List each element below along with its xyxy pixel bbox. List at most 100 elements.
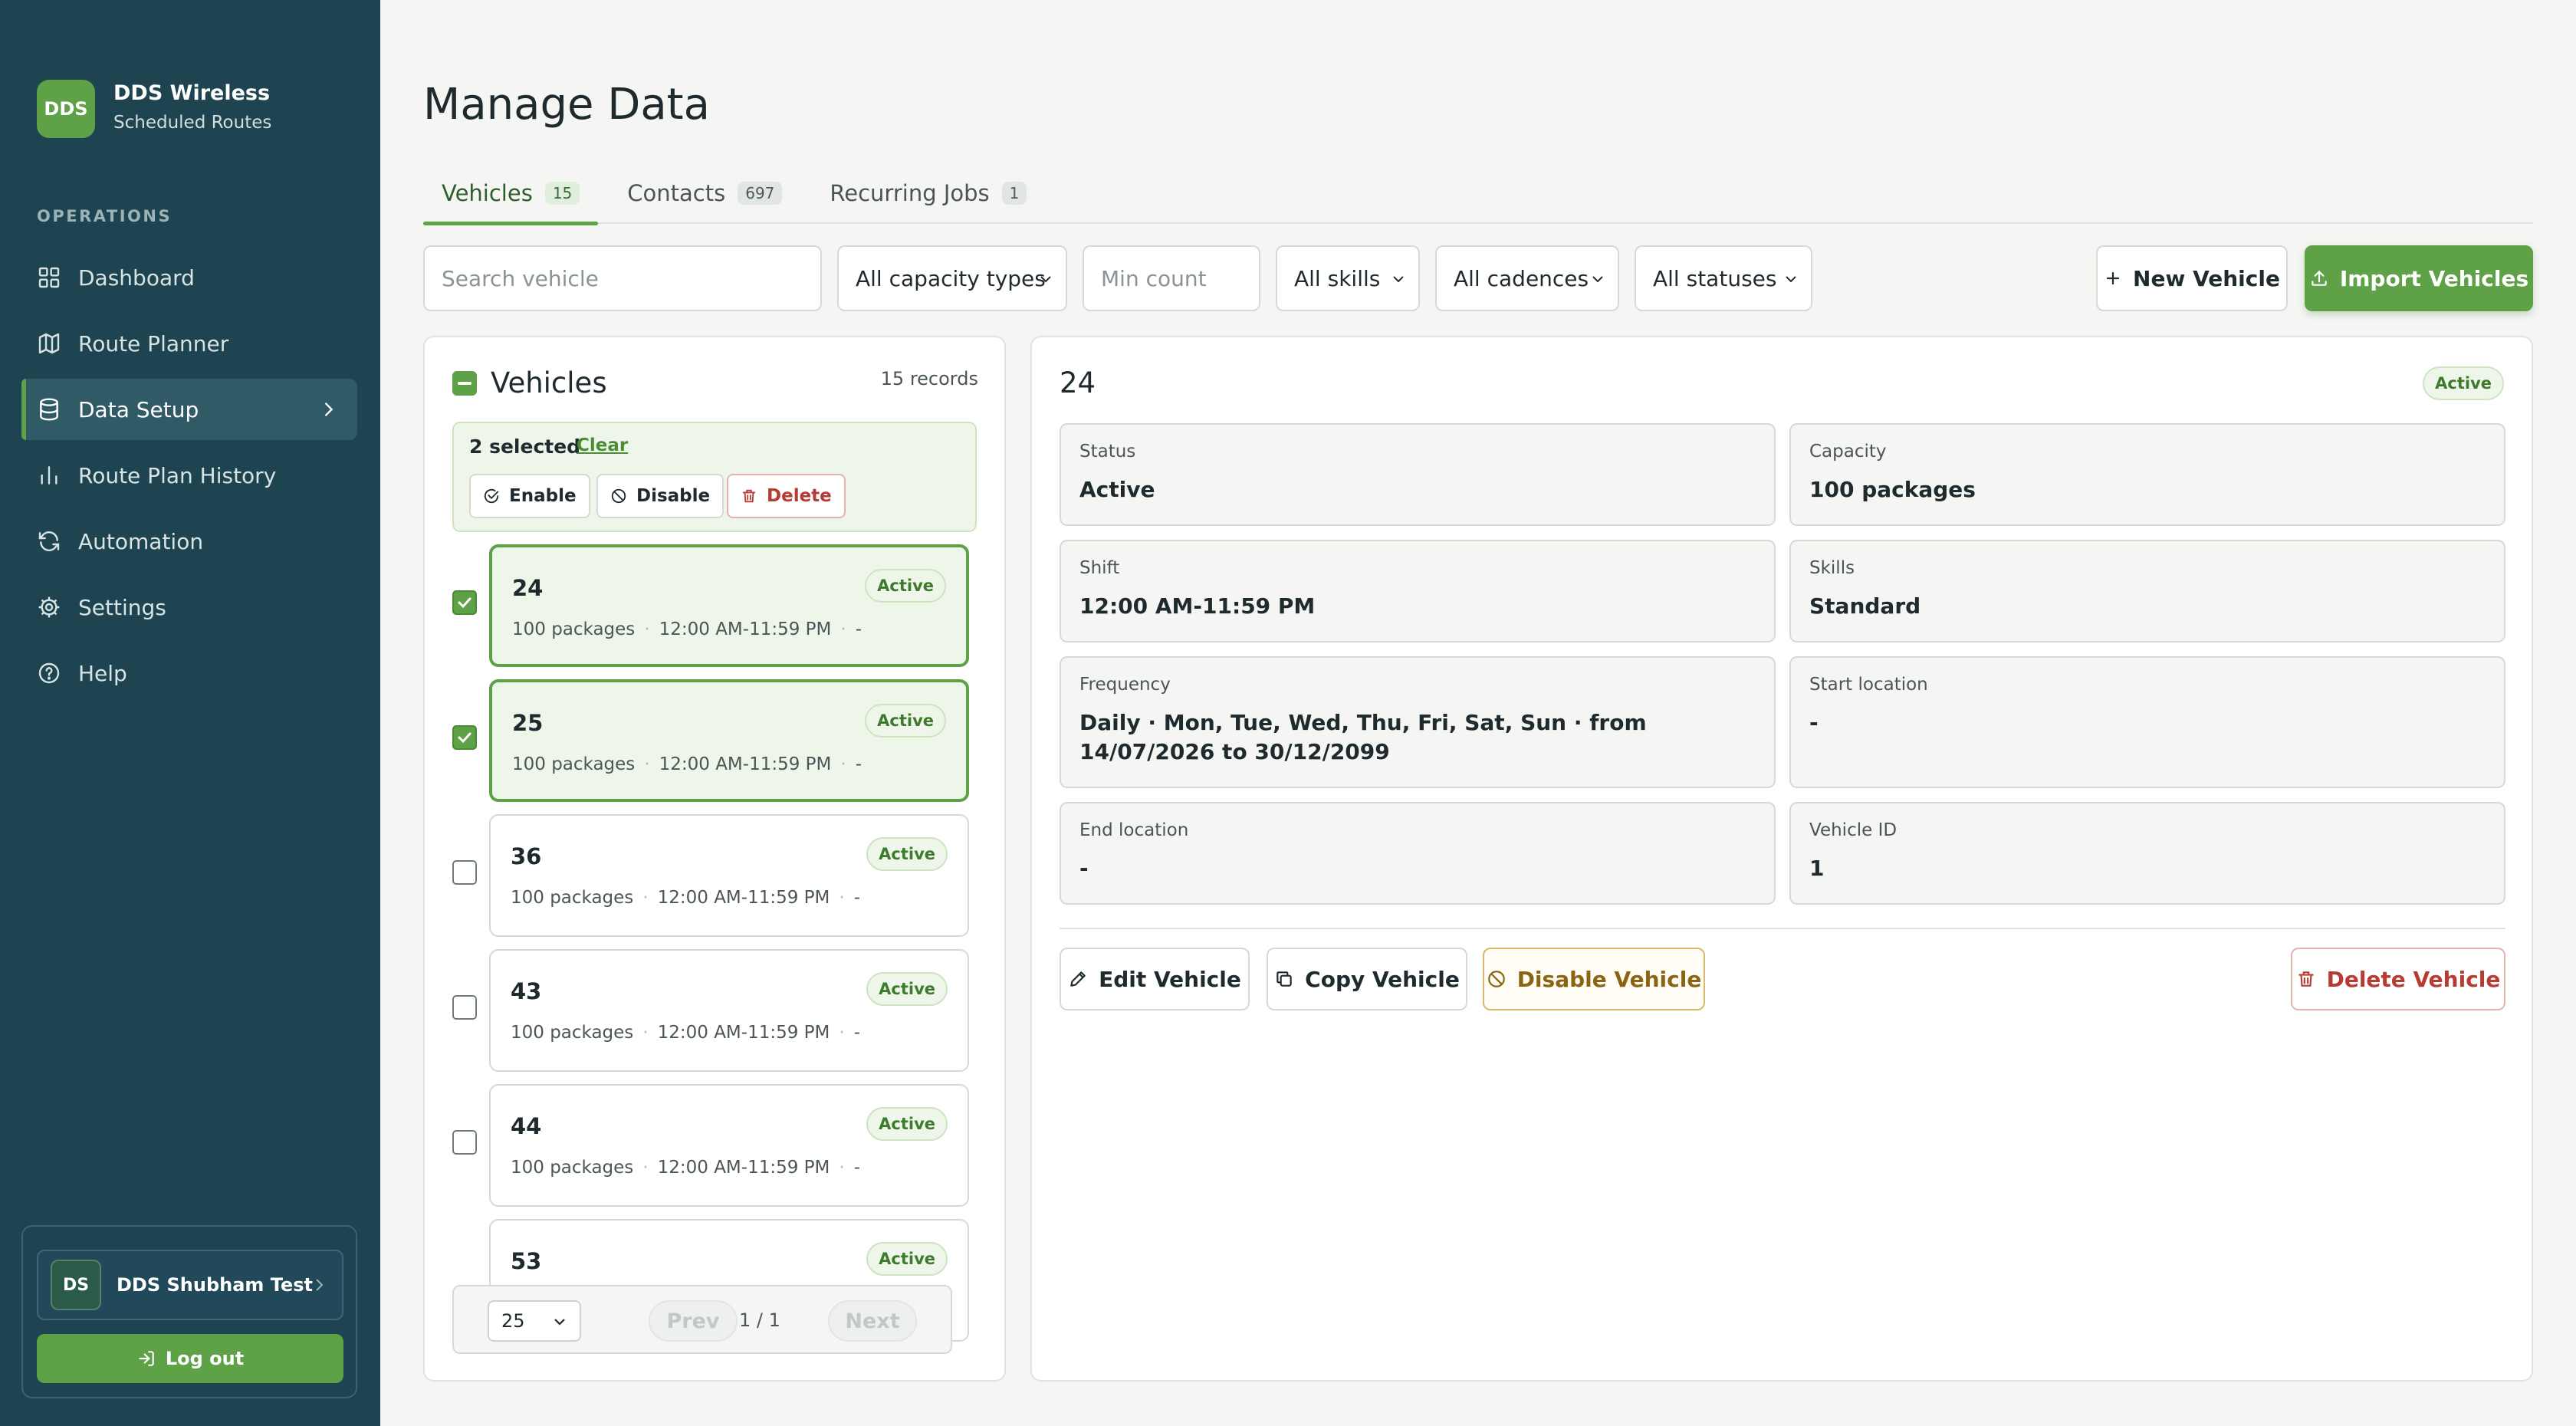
vehicle-detail-panel: 24 Active Status Active Capacity 100 pac… [1030, 336, 2533, 1382]
sidebar-item-label: Dashboard [78, 264, 195, 291]
gear-icon [38, 596, 60, 618]
statuses-select[interactable]: All statuses [1635, 245, 1812, 311]
select-all-checkbox[interactable] [452, 370, 477, 396]
vehicle-extra: - [853, 1158, 861, 1178]
import-vehicles-button[interactable]: Import Vehicles [2305, 245, 2533, 311]
row-checkbox[interactable] [452, 590, 477, 615]
user-panel: DS DDS Shubham Test Log out [21, 1225, 357, 1398]
logout-button[interactable]: Log out [37, 1334, 343, 1383]
vehicle-card[interactable]: 24 Active 100 packages · 12:00 AM-11:59 P… [489, 544, 969, 667]
search-input[interactable] [423, 245, 822, 311]
tab-vehicles[interactable]: Vehicles 15 [423, 163, 599, 225]
tab-contacts[interactable]: Contacts 697 [609, 163, 800, 224]
vehicle-name: 36 [511, 843, 542, 869]
vehicle-name: 43 [511, 978, 542, 1004]
vehicle-card[interactable]: 25 Active 100 packages · 12:00 AM-11:59 P… [489, 679, 969, 802]
row-checkbox[interactable] [452, 1130, 477, 1155]
cadences-select[interactable]: All cadences [1435, 245, 1619, 311]
vehicle-shift: 12:00 AM-11:59 PM [657, 888, 830, 908]
sidebar-item-settings[interactable]: Settings [21, 577, 357, 638]
row-checkbox[interactable] [452, 860, 477, 885]
sidebar-item-route-plan-history[interactable]: Route Plan History [21, 445, 357, 506]
ban-icon [611, 488, 626, 504]
sidebar: DDS DDS Wireless Scheduled Routes OPERAT… [0, 0, 380, 1426]
status-badge: Active [866, 1242, 948, 1276]
vehicle-capacity: 100 packages [511, 888, 634, 908]
chevron-down-icon [554, 1319, 565, 1326]
vehicle-shift: 12:00 AM-11:59 PM [657, 1023, 830, 1043]
clear-selection-link[interactable]: Clear [577, 435, 628, 455]
vehicle-capacity: 100 packages [511, 1023, 634, 1043]
vehicle-card[interactable]: 36 Active 100 packages · 12:00 AM-11:59 P… [489, 814, 969, 937]
sidebar-item-dashboard[interactable]: Dashboard [21, 247, 357, 308]
chevron-down-icon [1786, 276, 1796, 283]
skills-select[interactable]: All skills [1276, 245, 1420, 311]
field-label: End location [1079, 820, 1189, 840]
button-label: Delete [767, 486, 832, 506]
sidebar-nav: Dashboard Route Planner Data Setup Route… [21, 247, 357, 708]
status-badge: Active [866, 1107, 948, 1141]
list-item: 25 Active 100 packages · 12:00 AM-11:59 P… [425, 679, 1004, 802]
vehicle-extra: - [855, 754, 863, 774]
trash-icon [2298, 971, 2314, 987]
help-icon [38, 662, 60, 684]
copy-vehicle-button[interactable]: Copy Vehicle [1267, 948, 1467, 1010]
user-profile-button[interactable]: DS DDS Shubham Test [37, 1250, 343, 1320]
row-checkbox[interactable] [452, 995, 477, 1020]
upload-icon [2312, 270, 2327, 286]
bulk-disable-button[interactable]: Disable [596, 474, 724, 518]
page-size-select[interactable]: 25 [488, 1300, 581, 1342]
brand-logo: DDS [37, 80, 95, 138]
tab-recurring-jobs[interactable]: Recurring Jobs 1 [811, 163, 1045, 224]
button-label: Copy Vehicle [1305, 966, 1460, 992]
sidebar-item-route-planner[interactable]: Route Planner [21, 313, 357, 374]
field-label: Vehicle ID [1809, 820, 1898, 840]
row-checkbox[interactable] [452, 725, 477, 750]
records-count: 15 records [880, 368, 978, 389]
sidebar-item-label: Route Planner [78, 330, 229, 356]
list-title: Vehicles [491, 366, 607, 399]
vehicle-extra: - [853, 888, 861, 908]
vehicle-shift: 12:00 AM-11:59 PM [659, 754, 832, 774]
field-value: Daily · Mon, Tue, Wed, Thu, Fri, Sat, Su… [1079, 710, 1647, 764]
trash-icon [742, 489, 756, 503]
sidebar-item-automation[interactable]: Automation [21, 511, 357, 572]
check-circle-icon [484, 488, 499, 504]
brand-subtitle: Scheduled Routes [113, 113, 272, 133]
vehicle-capacity: 100 packages [512, 619, 636, 639]
vehicle-card[interactable]: 44 Active 100 packages · 12:00 AM-11:59 P… [489, 1084, 969, 1207]
delete-vehicle-button[interactable]: Delete Vehicle [2291, 948, 2505, 1010]
database-icon [40, 398, 58, 421]
filter-toolbar: All capacity types All skills All cadenc… [423, 245, 2533, 311]
count-badge: 15 [544, 182, 580, 205]
detail-field-status: Status Active [1060, 423, 1776, 526]
min-count-input[interactable] [1083, 245, 1260, 311]
sidebar-item-label: Settings [78, 594, 166, 620]
prev-page-button[interactable]: Prev [649, 1300, 738, 1342]
field-value: - [1079, 856, 1089, 881]
logout-icon [139, 1351, 154, 1366]
bulk-delete-button[interactable]: Delete [727, 474, 846, 518]
disable-vehicle-button[interactable]: Disable Vehicle [1483, 948, 1705, 1010]
bulk-enable-button[interactable]: Enable [469, 474, 590, 518]
sidebar-item-label: Automation [78, 528, 204, 554]
selected-count: 2 selected [469, 435, 581, 458]
field-value: Active [1079, 477, 1155, 502]
sidebar-item-data-setup[interactable]: Data Setup [21, 379, 357, 440]
detail-field-frequency: Frequency Daily · Mon, Tue, Wed, Thu, Fr… [1060, 656, 1776, 788]
plus-icon [2106, 271, 2120, 285]
new-vehicle-button[interactable]: New Vehicle [2096, 245, 2288, 311]
button-label: Import Vehicles [2339, 265, 2529, 291]
sidebar-item-help[interactable]: Help [21, 642, 357, 704]
vehicle-list-panel: Vehicles 15 records 2 selected Clear Ena… [423, 336, 1006, 1382]
vehicle-card[interactable]: 43 Active 100 packages · 12:00 AM-11:59 P… [489, 949, 969, 1072]
select-value: 25 [501, 1310, 525, 1332]
field-label: Capacity [1809, 442, 1887, 462]
sidebar-item-label: Route Plan History [78, 462, 277, 488]
select-value: All capacity types [856, 265, 1046, 291]
next-page-button[interactable]: Next [828, 1300, 917, 1342]
logout-label: Log out [165, 1348, 245, 1369]
edit-vehicle-button[interactable]: Edit Vehicle [1060, 948, 1250, 1010]
capacity-type-select[interactable]: All capacity types [837, 245, 1067, 311]
page-title: Manage Data [423, 80, 710, 130]
